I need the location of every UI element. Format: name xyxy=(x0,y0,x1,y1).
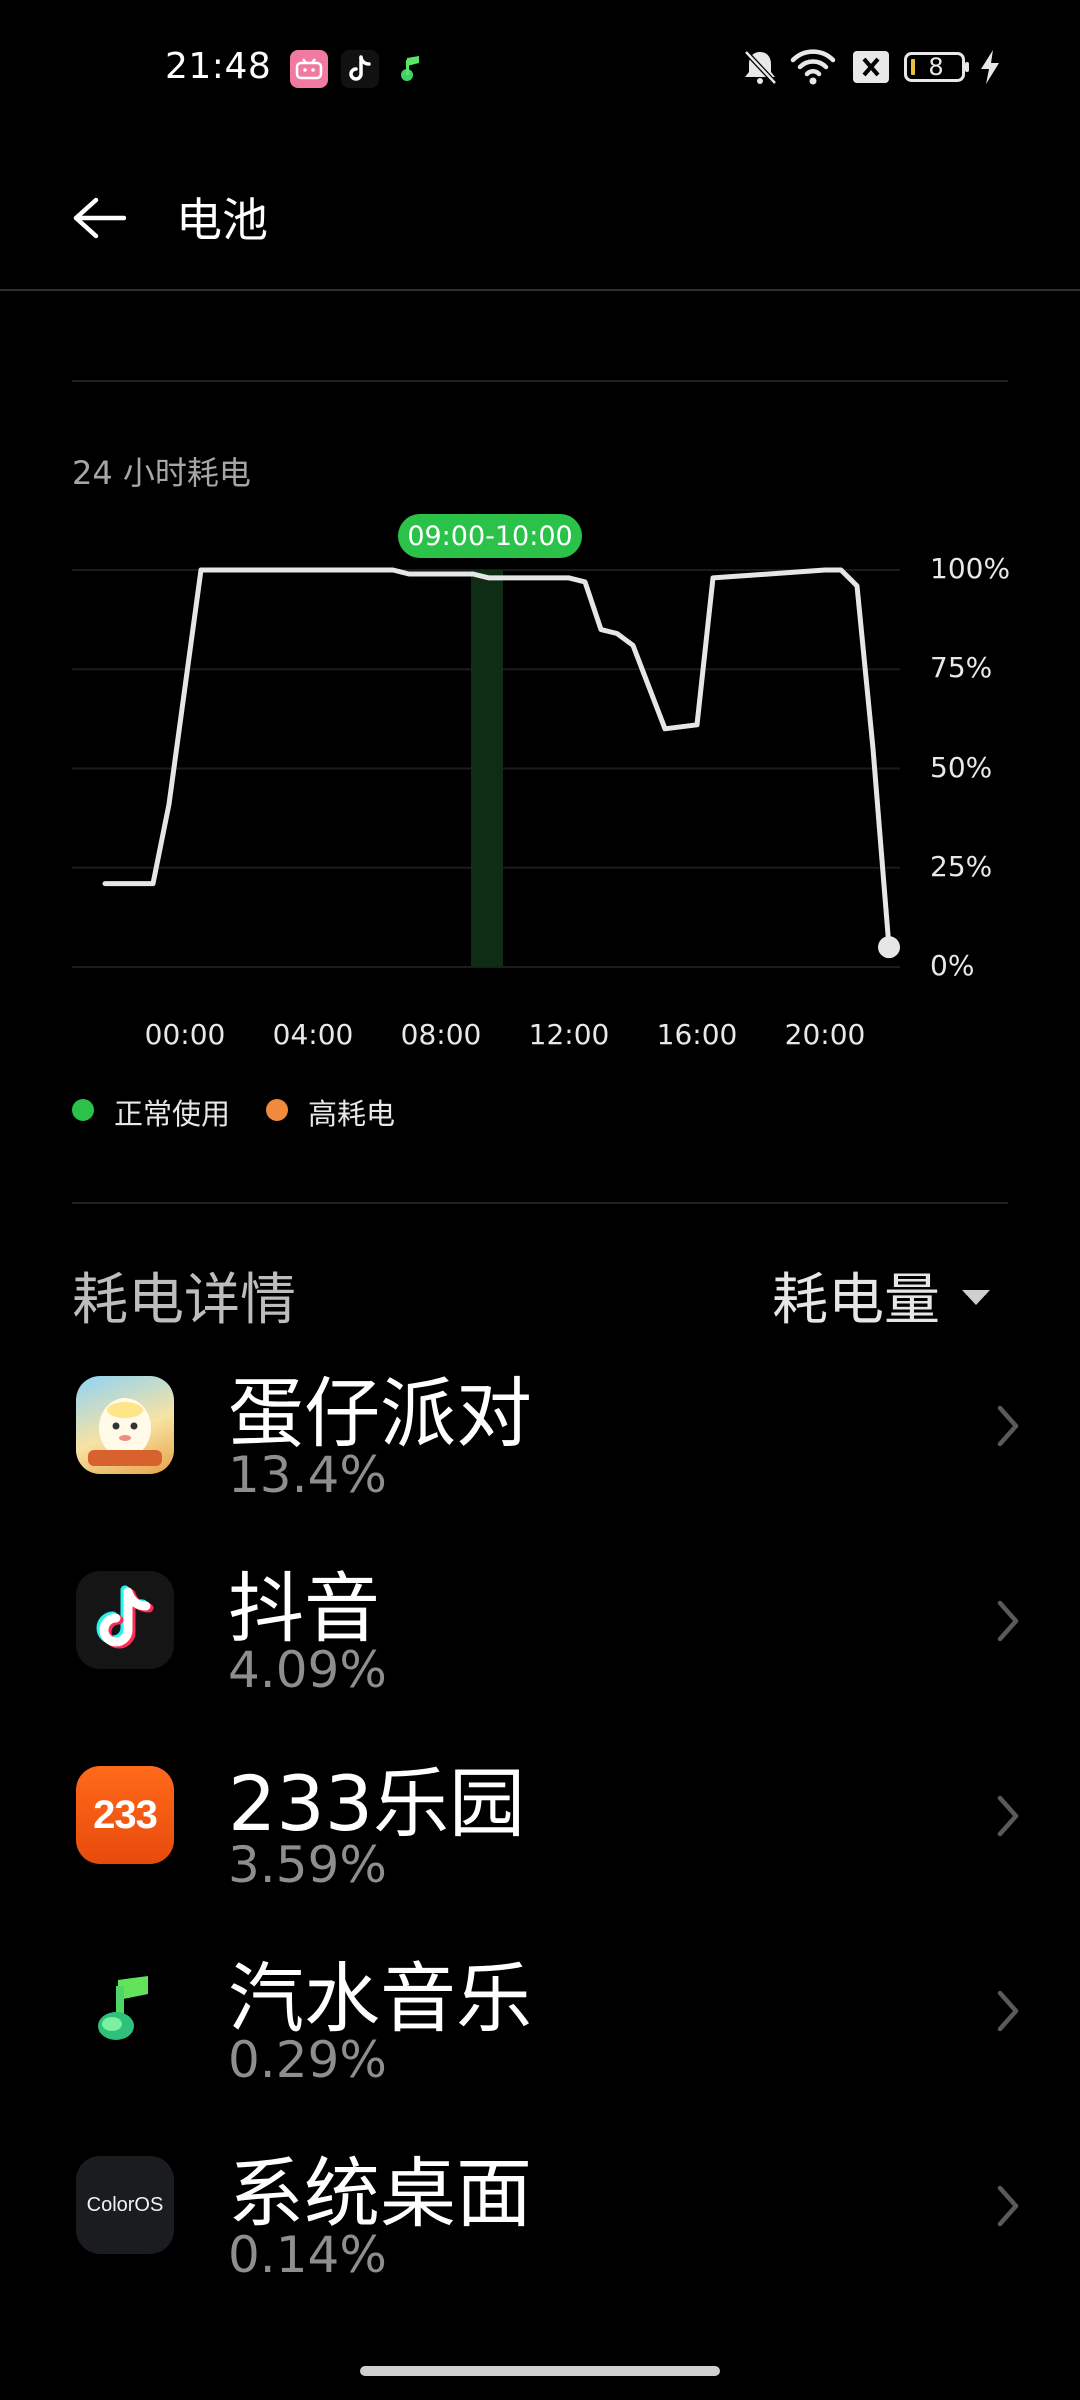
y-tick-label: 50% xyxy=(930,750,993,784)
mute-icon xyxy=(742,48,778,86)
app-row-qishui-music[interactable]: 汽水音乐 0.29% xyxy=(0,1913,1080,2108)
app-usage-percent: 3.59% xyxy=(228,1836,387,1894)
home-indicator[interactable] xyxy=(360,2366,720,2376)
app-icon-text: ColorOS xyxy=(86,2193,164,2216)
app-row-eggy-party[interactable]: 蛋仔派对 13.4% xyxy=(0,1328,1080,1523)
wifi-icon xyxy=(790,48,836,86)
app-usage-percent: 0.29% xyxy=(228,2031,387,2089)
chart-caption: 24 小时耗电 xyxy=(72,454,251,492)
arrow-left-icon xyxy=(73,197,126,239)
selected-hour-band xyxy=(471,570,503,967)
bilibili-icon xyxy=(290,50,328,88)
section-divider-top xyxy=(72,380,1008,382)
legend-label-high: 高耗电 xyxy=(308,1097,396,1131)
battery-level: 8 xyxy=(928,53,944,81)
x-tick-label: 12:00 xyxy=(528,1018,610,1051)
eggy-party-icon xyxy=(76,1376,174,1474)
x-tick-label: 16:00 xyxy=(656,1018,738,1051)
y-tick-label: 0% xyxy=(930,949,975,982)
chevron-right-icon xyxy=(997,2185,1019,2227)
chevron-right-icon xyxy=(997,1990,1019,2032)
douyin-icon xyxy=(76,1571,174,1669)
sim-off-icon xyxy=(852,50,890,84)
x-tick-label: 04:00 xyxy=(272,1018,354,1051)
current-level-point xyxy=(878,936,900,959)
app-usage-percent: 13.4% xyxy=(228,1446,387,1504)
app-233-icon: 233 xyxy=(76,1766,174,1864)
chevron-right-icon xyxy=(997,1405,1019,1447)
coloros-icon: ColorOS xyxy=(76,2156,174,2254)
x-tick-label: 20:00 xyxy=(784,1018,866,1051)
qishui-music-icon xyxy=(76,1961,174,2059)
x-tick-label: 00:00 xyxy=(144,1018,226,1051)
header-divider xyxy=(0,289,1080,291)
app-row-233[interactable]: 233 233乐园 3.59% xyxy=(0,1718,1080,1913)
douyin-icon xyxy=(341,50,379,88)
legend-dot-normal xyxy=(72,1099,94,1121)
battery-chart[interactable] xyxy=(0,520,1080,1040)
selected-interval-tooltip: 09:00-10:00 xyxy=(398,514,582,558)
dropdown-caret-icon xyxy=(962,1290,990,1305)
sort-label: 耗电量 xyxy=(772,1268,940,1333)
app-icon-text: 233 xyxy=(93,1792,158,1837)
battery-icon: 8 xyxy=(904,52,969,82)
x-tick-label: 08:00 xyxy=(400,1018,482,1051)
app-usage-percent: 0.14% xyxy=(228,2226,387,2284)
legend-label-normal: 正常使用 xyxy=(114,1097,231,1131)
details-title: 耗电详情 xyxy=(72,1268,296,1333)
charging-icon xyxy=(978,48,1002,86)
app-usage-percent: 4.09% xyxy=(228,1641,387,1699)
y-tick-label: 75% xyxy=(930,651,993,685)
page-title: 电池 xyxy=(176,193,268,247)
chevron-right-icon xyxy=(997,1600,1019,1642)
status-time: 21:48 xyxy=(165,46,272,87)
section-divider-bottom xyxy=(72,1202,1008,1204)
y-tick-label: 100% xyxy=(930,552,1011,585)
qishui-music-icon xyxy=(392,50,430,88)
app-row-system-launcher[interactable]: ColorOS 系统桌面 0.14% xyxy=(0,2108,1080,2303)
chevron-right-icon xyxy=(997,1795,1019,1837)
legend-dot-high xyxy=(266,1099,288,1121)
app-row-douyin[interactable]: 抖音 4.09% xyxy=(0,1523,1080,1718)
back-button[interactable] xyxy=(60,180,136,256)
sort-select[interactable]: 耗电量 xyxy=(772,1255,990,1336)
y-tick-label: 25% xyxy=(930,849,993,883)
